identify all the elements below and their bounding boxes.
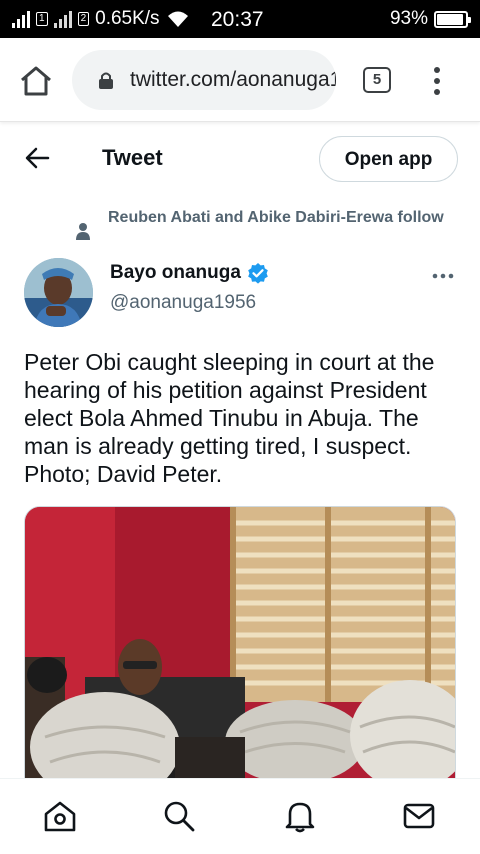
battery-percent: 93% — [389, 8, 428, 29]
social-context: Reuben Abati and Abike Dabiri-Erewa foll… — [74, 207, 464, 240]
tweet-header: Tweet Open app — [0, 122, 480, 196]
lock-icon — [99, 72, 113, 89]
tab-switcher-button[interactable]: 5 — [363, 67, 391, 93]
sim1-icon: 1 — [36, 12, 48, 26]
network-speed: 0.65K/s — [95, 8, 160, 29]
author-name[interactable]: Bayo onanuga — [110, 262, 241, 284]
signal-icon — [12, 10, 30, 28]
status-left: 1 2 0.65K/s — [12, 8, 190, 30]
social-context-text[interactable]: Reuben Abati and Abike Dabiri-Erewa foll… — [108, 207, 444, 240]
browser-menu-icon[interactable] — [430, 66, 444, 96]
back-arrow-icon[interactable] — [24, 146, 50, 170]
battery-icon — [434, 10, 471, 28]
battery-fill — [437, 13, 464, 25]
author-handle[interactable]: @aonanuga1956 — [110, 292, 256, 314]
open-app-button[interactable]: Open app — [319, 136, 458, 182]
page-title: Tweet — [102, 145, 163, 170]
courtroom-photo — [25, 507, 455, 795]
wifi-icon — [167, 11, 188, 27]
tweet-text: Peter Obi caught sleeping in court at th… — [24, 349, 435, 487]
sim2-icon: 2 — [77, 12, 90, 26]
avatar-image — [24, 258, 93, 327]
avatar[interactable] — [24, 258, 93, 327]
clock: 20:37 — [211, 8, 264, 31]
person-icon — [76, 223, 90, 240]
home-icon[interactable] — [43, 799, 77, 833]
status-right: 93% — [389, 8, 471, 30]
url-text: twitter.com/aonanuga1956/status — [130, 68, 336, 91]
search-icon[interactable] — [162, 799, 196, 833]
author-name-row[interactable]: Bayo onanuga — [110, 262, 269, 284]
browser-toolbar: twitter.com/aonanuga1956/status 5 — [0, 38, 480, 122]
notifications-icon[interactable] — [283, 799, 317, 833]
messages-icon[interactable] — [402, 799, 436, 833]
more-options-icon[interactable] — [432, 272, 454, 280]
status-bar: 1 2 0.65K/s 20:37 93% — [0, 0, 480, 38]
address-bar[interactable]: twitter.com/aonanuga1956/status — [72, 50, 336, 110]
bottom-nav — [0, 778, 480, 854]
browser-home-icon[interactable] — [18, 64, 54, 98]
signal-icon-2 — [53, 10, 72, 28]
verified-badge-icon — [248, 263, 268, 284]
tweet-photo[interactable] — [24, 506, 456, 796]
